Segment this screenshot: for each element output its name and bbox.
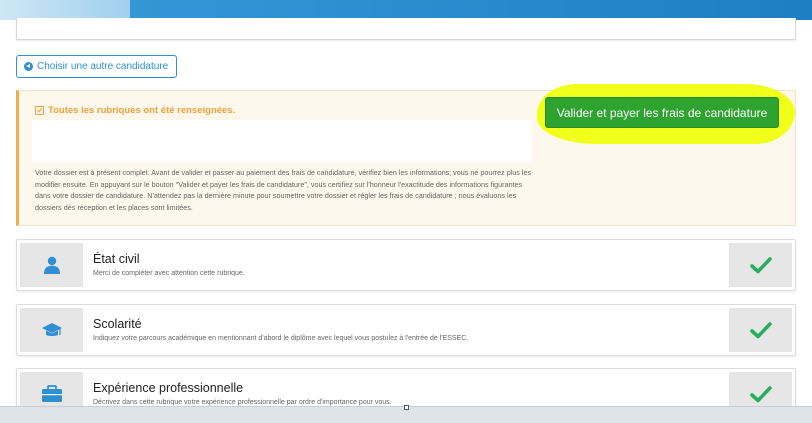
user-icon [43,256,60,274]
section-title: Scolarité [93,317,142,331]
section-status [729,243,792,287]
top-card [16,18,796,40]
choose-other-application-button[interactable]: Choisir une autre candidature [16,55,178,78]
validate-and-pay-label: Valider et payer les frais de candidatur… [556,105,768,120]
top-banner [0,0,812,20]
section-scolarite[interactable]: Scolarité Indiquez votre parcours académ… [16,304,796,356]
checkmark-icon [749,322,772,339]
resize-handle[interactable] [404,405,409,410]
section-description: Indiquez votre parcours académique en me… [93,335,469,342]
section-title: État civil [93,252,140,266]
section-icon-box [20,308,83,352]
checkmark-icon [749,386,772,403]
notice-blank-area [32,120,532,162]
check-square-icon [35,106,44,115]
section-description: Décrivez dans cette rubrique votre expér… [93,399,392,406]
section-description: Merci de compléter avec attention cette … [93,270,245,277]
banner-image [0,0,130,20]
notice-text: Votre dossier est à présent complet. Ava… [35,168,532,212]
section-status [729,308,792,352]
choose-other-application-label: Choisir une autre candidature [37,61,169,72]
briefcase-icon [41,385,62,402]
checkmark-icon [749,257,772,274]
arrow-circle-left-icon [24,62,33,71]
notice-title: Toutes les rubriques ont été renseignées… [35,105,235,116]
section-etat-civil[interactable]: État civil Merci de compléter avec atten… [16,239,796,291]
notice-title-text: Toutes les rubriques ont été renseignées… [48,105,236,116]
graduation-cap-icon [41,323,62,336]
section-icon-box [20,243,83,287]
section-title: Expérience professionnelle [93,381,244,395]
validate-and-pay-button[interactable]: Valider et payer les frais de candidatur… [545,97,779,128]
